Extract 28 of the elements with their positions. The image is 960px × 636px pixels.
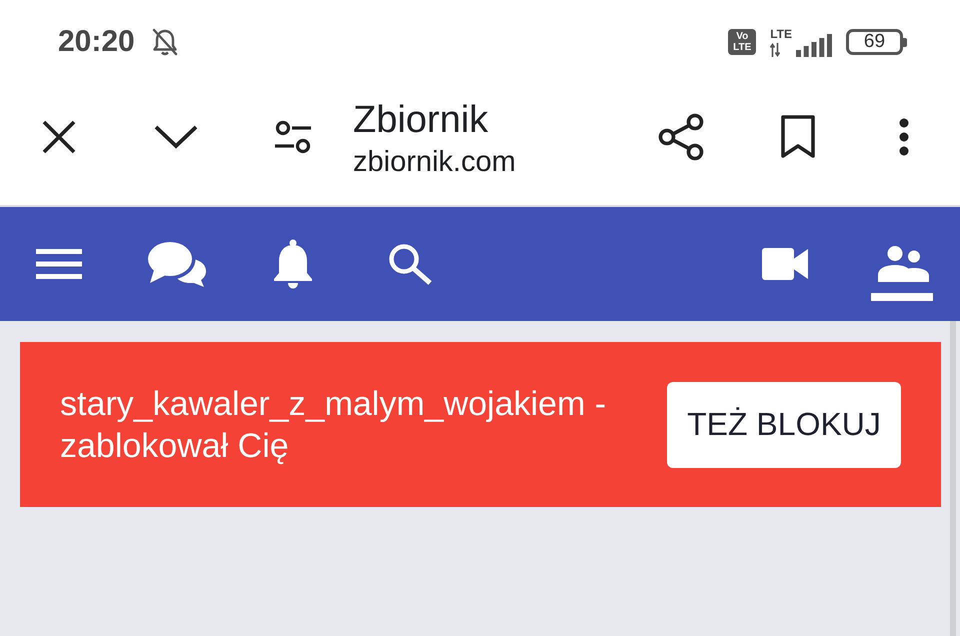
bookmark-button[interactable] bbox=[780, 115, 816, 159]
more-button[interactable] bbox=[896, 118, 910, 156]
share-button[interactable] bbox=[656, 113, 704, 161]
chat-bubbles-icon bbox=[146, 241, 206, 287]
bookmark-icon bbox=[780, 115, 816, 159]
chevron-button[interactable] bbox=[154, 124, 198, 150]
sliders-icon bbox=[274, 119, 310, 155]
volte-badge: Vo LTE bbox=[728, 29, 756, 55]
battery-indicator: 69 bbox=[846, 29, 907, 55]
video-camera-icon bbox=[762, 248, 808, 280]
chat-button[interactable] bbox=[146, 239, 206, 289]
close-icon bbox=[42, 120, 76, 154]
close-button[interactable] bbox=[42, 120, 76, 154]
block-back-button[interactable]: TEŻ BLOKUJ bbox=[667, 382, 901, 468]
signal-bars-icon bbox=[796, 34, 832, 56]
share-icon bbox=[656, 113, 704, 161]
chevron-down-icon bbox=[154, 124, 198, 150]
menu-icon bbox=[36, 249, 82, 279]
blocked-notice-text: stary_kawaler_z_malym_wojakiem - zablokował Cię bbox=[60, 384, 608, 466]
page-url: zbiornik.com bbox=[353, 145, 516, 180]
data-arrows-icon bbox=[770, 42, 780, 56]
page-title: Zbiornik bbox=[353, 98, 490, 142]
active-tab-indicator bbox=[870, 293, 932, 301]
sliders-button[interactable] bbox=[274, 119, 310, 155]
search-icon bbox=[388, 243, 432, 285]
more-vertical-icon bbox=[896, 118, 910, 156]
network-type-label: LTE bbox=[770, 28, 792, 40]
clock-time: 20:20 bbox=[58, 24, 135, 60]
